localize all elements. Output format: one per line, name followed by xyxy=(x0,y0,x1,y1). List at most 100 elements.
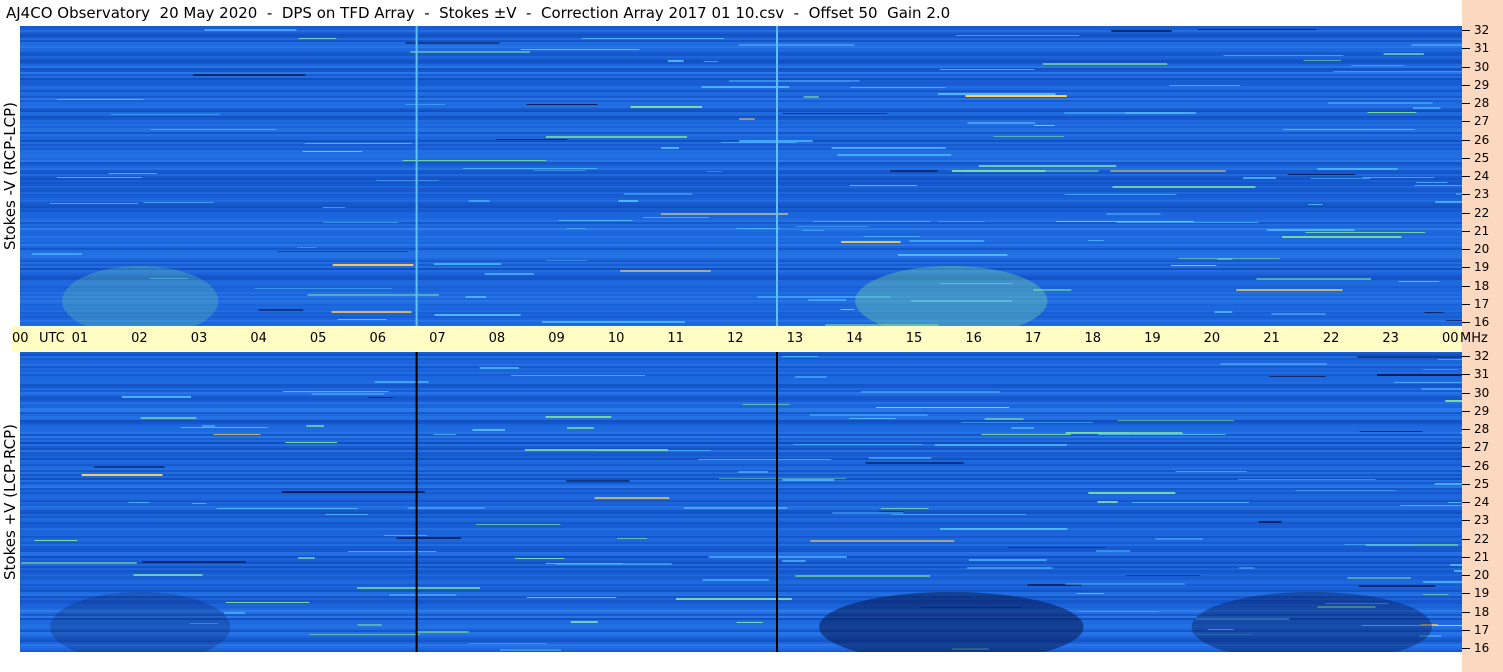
vertical-marker-line xyxy=(415,352,418,652)
spectrogram-row xyxy=(20,596,1462,598)
utc-tick-label: 08 xyxy=(488,331,506,346)
spectrogram-row xyxy=(20,292,1462,294)
spectrogram-row xyxy=(20,124,1462,126)
frequency-tick-mark xyxy=(1462,392,1470,394)
spectrogram-streak xyxy=(1098,434,1226,435)
spectrogram-streak xyxy=(433,263,502,265)
spectrogram-streak xyxy=(969,559,1047,561)
spectrogram-row xyxy=(20,394,1462,396)
spectrogram-row xyxy=(20,202,1462,204)
spectrogram-streak xyxy=(736,228,780,229)
spectrogram-row xyxy=(20,208,1462,210)
spectrogram-streak xyxy=(332,264,414,266)
frequency-tick-label: 16 xyxy=(1474,315,1490,329)
spectrogram-streak xyxy=(1445,400,1462,402)
spectrogram-row xyxy=(20,386,1462,388)
spectrogram-row xyxy=(20,120,1462,122)
spectrogram-row xyxy=(20,388,1462,390)
spectrogram-row xyxy=(20,550,1462,552)
spectrogram-row xyxy=(20,72,1462,74)
spectrogram-row xyxy=(20,534,1462,536)
spectrogram-row xyxy=(20,314,1462,316)
spectrogram-image xyxy=(20,352,1462,652)
spectrogram-streak xyxy=(566,480,630,482)
spectrogram-row xyxy=(20,492,1462,494)
spectrogram-streak xyxy=(795,376,827,378)
frequency-tick-label: 24 xyxy=(1474,495,1490,509)
spectrogram-streak xyxy=(868,457,932,459)
frequency-tick-label: 20 xyxy=(1474,568,1490,582)
spectrogram-row xyxy=(20,62,1462,64)
spectrogram-streak xyxy=(880,508,929,509)
spectrogram-streak xyxy=(617,538,648,539)
spectrogram-streak xyxy=(620,270,711,272)
utc-tick-label: 23 xyxy=(1382,331,1399,346)
frequency-tick-mark xyxy=(1462,648,1470,649)
frequency-tick-mark xyxy=(1462,356,1470,357)
frequency-tick-label: 27 xyxy=(1474,440,1490,455)
spectrogram-row xyxy=(20,384,1462,386)
spectrogram-row xyxy=(20,512,1462,514)
spectrogram-streak xyxy=(331,311,412,313)
spectrogram-row xyxy=(20,70,1462,72)
spectrogram-streak xyxy=(433,434,456,435)
spectrogram-row xyxy=(20,572,1462,574)
utc-tick-label: 05 xyxy=(309,331,327,346)
spectrogram-row xyxy=(20,354,1462,356)
spectrogram-streak xyxy=(484,273,534,275)
spectrogram-row xyxy=(20,586,1462,588)
spectrogram-row xyxy=(20,420,1462,422)
spectrogram-row xyxy=(20,432,1462,434)
spectrogram-streak xyxy=(1450,564,1462,566)
spectrogram-row xyxy=(20,494,1462,496)
spectrogram-streak xyxy=(837,154,952,156)
spectrogram-streak xyxy=(405,104,445,105)
spectrogram-streak xyxy=(796,226,869,227)
spectrogram-row xyxy=(20,570,1462,572)
spectrogram-streak xyxy=(934,444,1067,446)
spectrogram-streak xyxy=(938,221,985,222)
spectrogram-streak xyxy=(566,228,587,229)
spectrogram-row xyxy=(20,400,1462,402)
spectrogram-streak xyxy=(282,391,389,392)
utc-tick-label: 12 xyxy=(727,331,744,346)
frequency-tick-mark xyxy=(1462,465,1470,467)
spectrogram-streak xyxy=(108,173,157,174)
utc-tick-label: 17 xyxy=(1024,331,1042,346)
frequency-tick-mark xyxy=(1462,593,1470,595)
spectrogram-streak xyxy=(1155,538,1203,540)
spectrogram-streak xyxy=(475,524,561,525)
spectrogram-row xyxy=(20,518,1462,520)
spectrogram-row xyxy=(20,590,1462,592)
spectrogram-streak xyxy=(782,356,818,357)
spectrogram-streak xyxy=(133,574,203,576)
spectrogram-streak xyxy=(1359,431,1423,432)
spectrogram-streak xyxy=(515,558,565,559)
frequency-tick-mark xyxy=(1462,212,1470,214)
spectrogram-row xyxy=(20,236,1462,238)
spectrogram-streak xyxy=(849,418,896,419)
spectrogram-row xyxy=(20,242,1462,244)
spectrogram-streak xyxy=(802,230,824,231)
spectrogram-row xyxy=(20,402,1462,404)
spectrogram-row xyxy=(20,190,1462,192)
top-spectrogram xyxy=(20,26,1462,326)
spectrogram-streak xyxy=(56,177,142,178)
spectrogram-row xyxy=(20,76,1462,78)
spectrogram-streak xyxy=(1422,594,1449,595)
spectrogram-row xyxy=(20,88,1462,90)
spectrogram-streak xyxy=(357,587,480,589)
utc-tick-label: 04 xyxy=(250,331,267,346)
spectrogram-row xyxy=(20,180,1462,182)
utc-tick-label: 14 xyxy=(846,331,863,346)
spectrogram-streak xyxy=(405,42,500,44)
spectrogram-streak xyxy=(863,236,920,237)
spectrogram-streak xyxy=(254,288,393,289)
spectrogram-row xyxy=(20,396,1462,398)
spectrogram-row xyxy=(20,32,1462,34)
spectrogram-streak xyxy=(1423,369,1459,370)
spectrogram-streak xyxy=(1357,356,1462,358)
spectrogram-row xyxy=(20,370,1462,372)
spectrogram-row xyxy=(20,248,1462,250)
spectrogram-streak xyxy=(325,514,368,515)
